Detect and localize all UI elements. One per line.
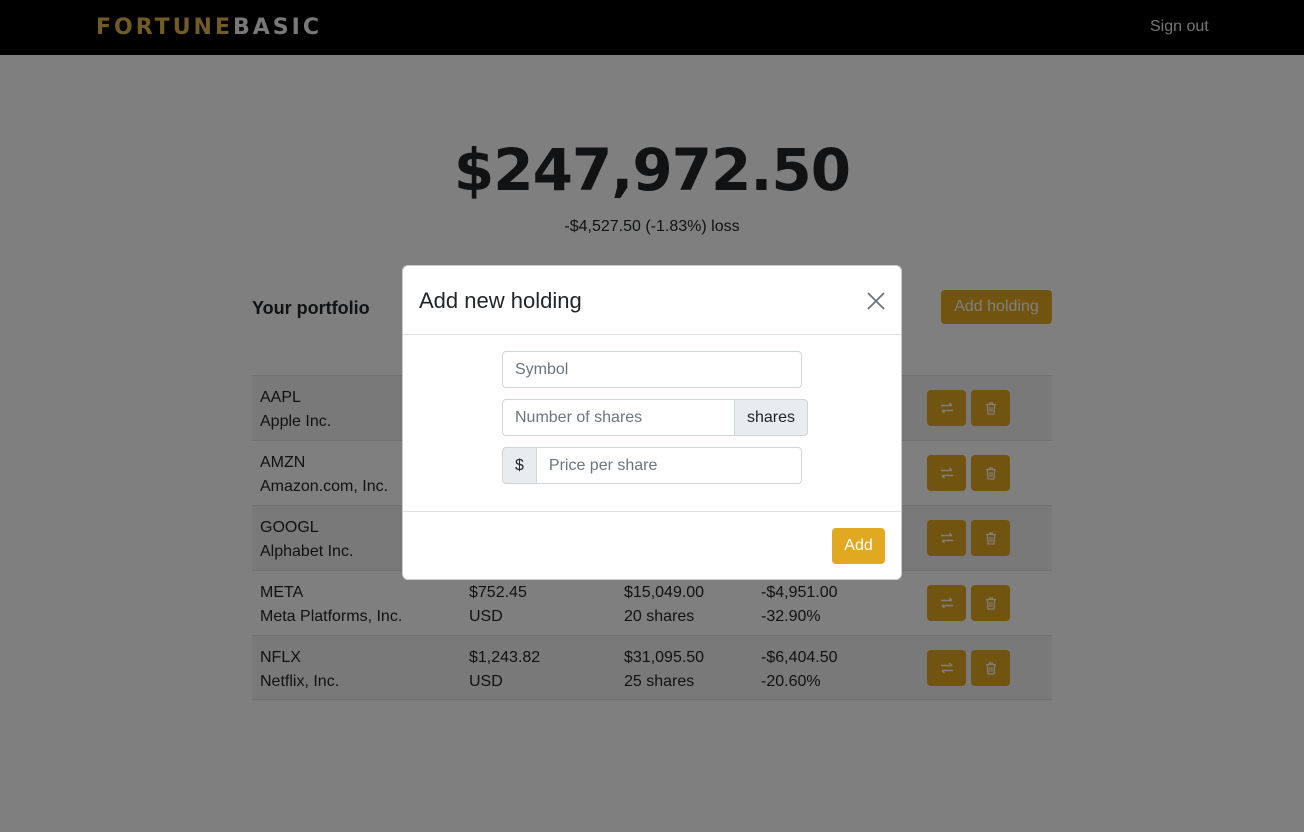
symbol-field-group (502, 351, 802, 388)
modal-title: Add new holding (419, 288, 582, 313)
shares-input[interactable] (502, 399, 735, 436)
price-input[interactable] (536, 447, 802, 484)
close-button[interactable] (865, 290, 887, 312)
add-holding-modal: Add new holding shares $ Add (402, 265, 902, 580)
modal-footer: Add (403, 511, 901, 579)
price-field-group: $ (502, 447, 802, 484)
currency-addon: $ (502, 447, 537, 484)
close-icon (867, 292, 885, 310)
shares-addon: shares (735, 399, 809, 436)
add-button[interactable]: Add (832, 528, 885, 564)
shares-field-group: shares (502, 399, 809, 436)
symbol-input[interactable] (502, 351, 802, 388)
modal-header: Add new holding (403, 266, 901, 335)
